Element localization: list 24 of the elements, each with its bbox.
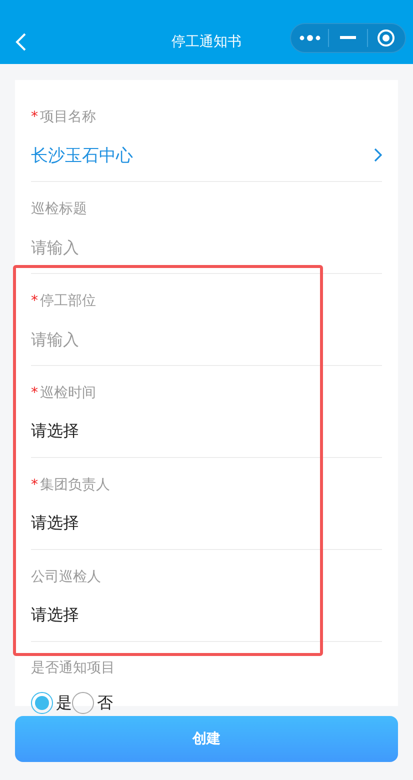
back-icon[interactable] — [14, 32, 28, 52]
radio-button[interactable] — [72, 692, 94, 714]
radio-label: 否 — [97, 692, 113, 714]
field-label: 是否通知项目 — [31, 659, 116, 678]
field-label: 集团负责人 — [40, 476, 110, 495]
field-label: 巡检时间 — [40, 384, 96, 403]
select-field[interactable]: 请选择 — [31, 512, 79, 534]
field-label: 项目名称 — [40, 108, 96, 127]
field-label: 公司巡检人 — [31, 568, 101, 587]
chevron-right-icon — [374, 148, 382, 162]
select-field[interactable]: 请选择 — [31, 604, 79, 626]
select-field[interactable]: 请选择 — [31, 420, 79, 442]
radio-button[interactable] — [31, 692, 53, 714]
radio-label: 是 — [56, 692, 72, 714]
required-mark: * — [31, 384, 38, 403]
required-mark: * — [31, 108, 38, 127]
minimize-icon[interactable] — [340, 36, 356, 40]
more-icon[interactable] — [298, 34, 321, 42]
page-title: 停工通知书 — [172, 33, 242, 51]
required-mark: * — [31, 292, 38, 311]
field-label: 停工部位 — [40, 292, 96, 311]
field-label: 巡检标题 — [31, 200, 87, 219]
required-mark: * — [31, 476, 38, 495]
close-icon[interactable] — [377, 29, 396, 47]
